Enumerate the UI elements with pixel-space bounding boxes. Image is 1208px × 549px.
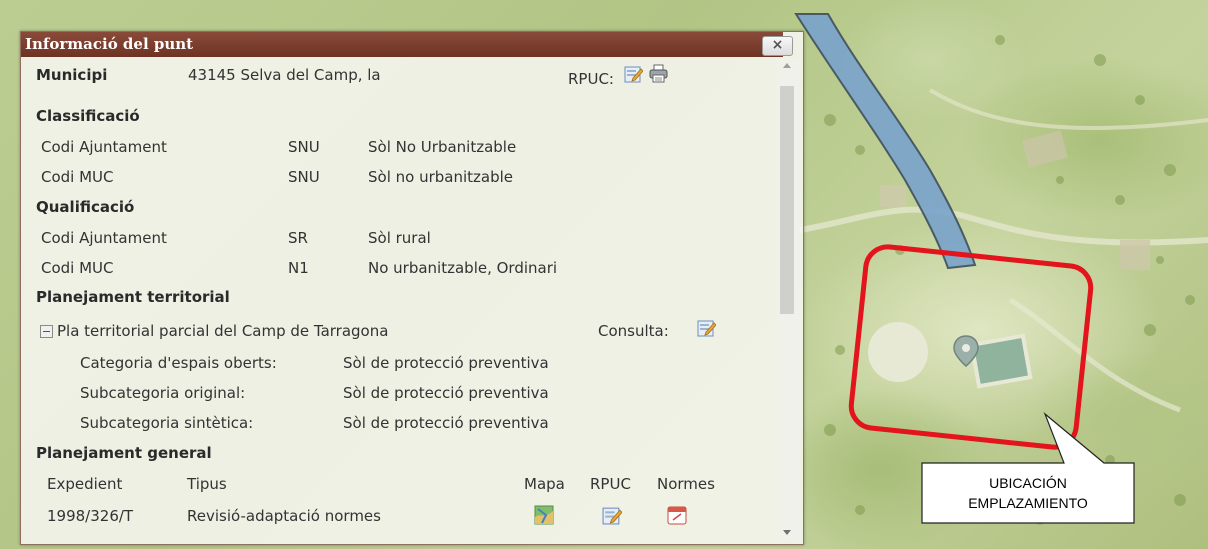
- col-header-mapa: Mapa: [524, 475, 565, 493]
- planejament-territorial-title: Planejament territorial: [36, 288, 230, 306]
- classificacio-row-1-code: SNU: [288, 138, 320, 156]
- col-header-normes: Normes: [657, 475, 715, 493]
- qualificacio-row-2-label: Codi MUC: [41, 259, 114, 277]
- territorial-row-1-label: Categoria d'espais oberts:: [80, 354, 277, 372]
- popup-header[interactable]: Informació del punt: [21, 32, 783, 57]
- scrollbar-thumb[interactable]: [780, 86, 794, 314]
- municipi-value: 43145 Selva del Camp, la: [188, 66, 381, 84]
- rpuc-label: RPUC:: [568, 70, 614, 88]
- classificacio-row-1-desc: Sòl No Urbanitzable: [368, 138, 517, 156]
- col-header-expedient: Expedient: [47, 475, 123, 493]
- classificacio-row-1-label: Codi Ajuntament: [41, 138, 167, 156]
- col-header-rpuc: RPUC: [590, 475, 631, 493]
- map-icon[interactable]: [534, 505, 554, 525]
- scrollbar[interactable]: [777, 59, 799, 542]
- close-icon: ×: [771, 37, 784, 53]
- river: [794, 13, 977, 270]
- qualificacio-row-1-desc: Sòl rural: [368, 229, 431, 247]
- scroll-down-arrow-icon[interactable]: [783, 530, 791, 535]
- qualificacio-row-2-desc: No urbanitzable, Ordinari: [368, 259, 558, 277]
- classificacio-title: Classificació: [36, 107, 140, 125]
- classificacio-row-2-label: Codi MUC: [41, 168, 114, 186]
- minus-icon[interactable]: [40, 325, 53, 338]
- scroll-up-arrow-icon[interactable]: [783, 63, 791, 68]
- classificacio-row-2-desc: Sòl no urbanitzable: [368, 168, 514, 186]
- planejament-general-title: Planejament general: [36, 444, 212, 462]
- callout-label: UBICACIÓN EMPLAZAMIENTO: [922, 463, 1134, 523]
- col-header-tipus: Tipus: [187, 475, 227, 493]
- info-popup: Informació del punt × Municipi 43145 Sel…: [20, 31, 804, 545]
- territorial-row-2-value: Sòl de protecció preventiva: [343, 384, 549, 402]
- edit-icon[interactable]: [624, 64, 643, 83]
- popup-content: Municipi 43145 Selva del Camp, la RPUC: …: [21, 59, 776, 542]
- qualificacio-row-1-code: SR: [288, 229, 308, 247]
- row-tipus: Revisió-adaptació normes: [187, 507, 381, 525]
- popup-title: Informació del punt: [25, 35, 194, 53]
- territorial-row-3-label: Subcategoria sintètica:: [80, 414, 254, 432]
- classificacio-row-2-code: SNU: [288, 168, 320, 186]
- row-expedient: 1998/326/T: [47, 507, 134, 525]
- plan-name: Pla territorial parcial del Camp de Tarr…: [57, 322, 389, 340]
- edit-icon[interactable]: [697, 318, 716, 337]
- territorial-row-3-value: Sòl de protecció preventiva: [343, 414, 549, 432]
- territorial-row-1-value: Sòl de protecció preventiva: [343, 354, 549, 372]
- municipi-label: Municipi: [36, 66, 108, 84]
- close-button[interactable]: ×: [762, 36, 793, 56]
- qualificacio-row-1-label: Codi Ajuntament: [41, 229, 167, 247]
- consulta-label: Consulta:: [598, 322, 669, 340]
- calendar-icon[interactable]: [667, 505, 687, 525]
- callout-line-1: UBICACIÓN: [989, 475, 1067, 491]
- print-icon[interactable]: [649, 64, 668, 83]
- qualificacio-title: Qualificació: [36, 198, 135, 216]
- callout-line-2: EMPLAZAMIENTO: [968, 495, 1088, 511]
- qualificacio-row-2-code: N1: [288, 259, 309, 277]
- edit-icon[interactable]: [602, 505, 622, 525]
- territorial-row-2-label: Subcategoria original:: [80, 384, 246, 402]
